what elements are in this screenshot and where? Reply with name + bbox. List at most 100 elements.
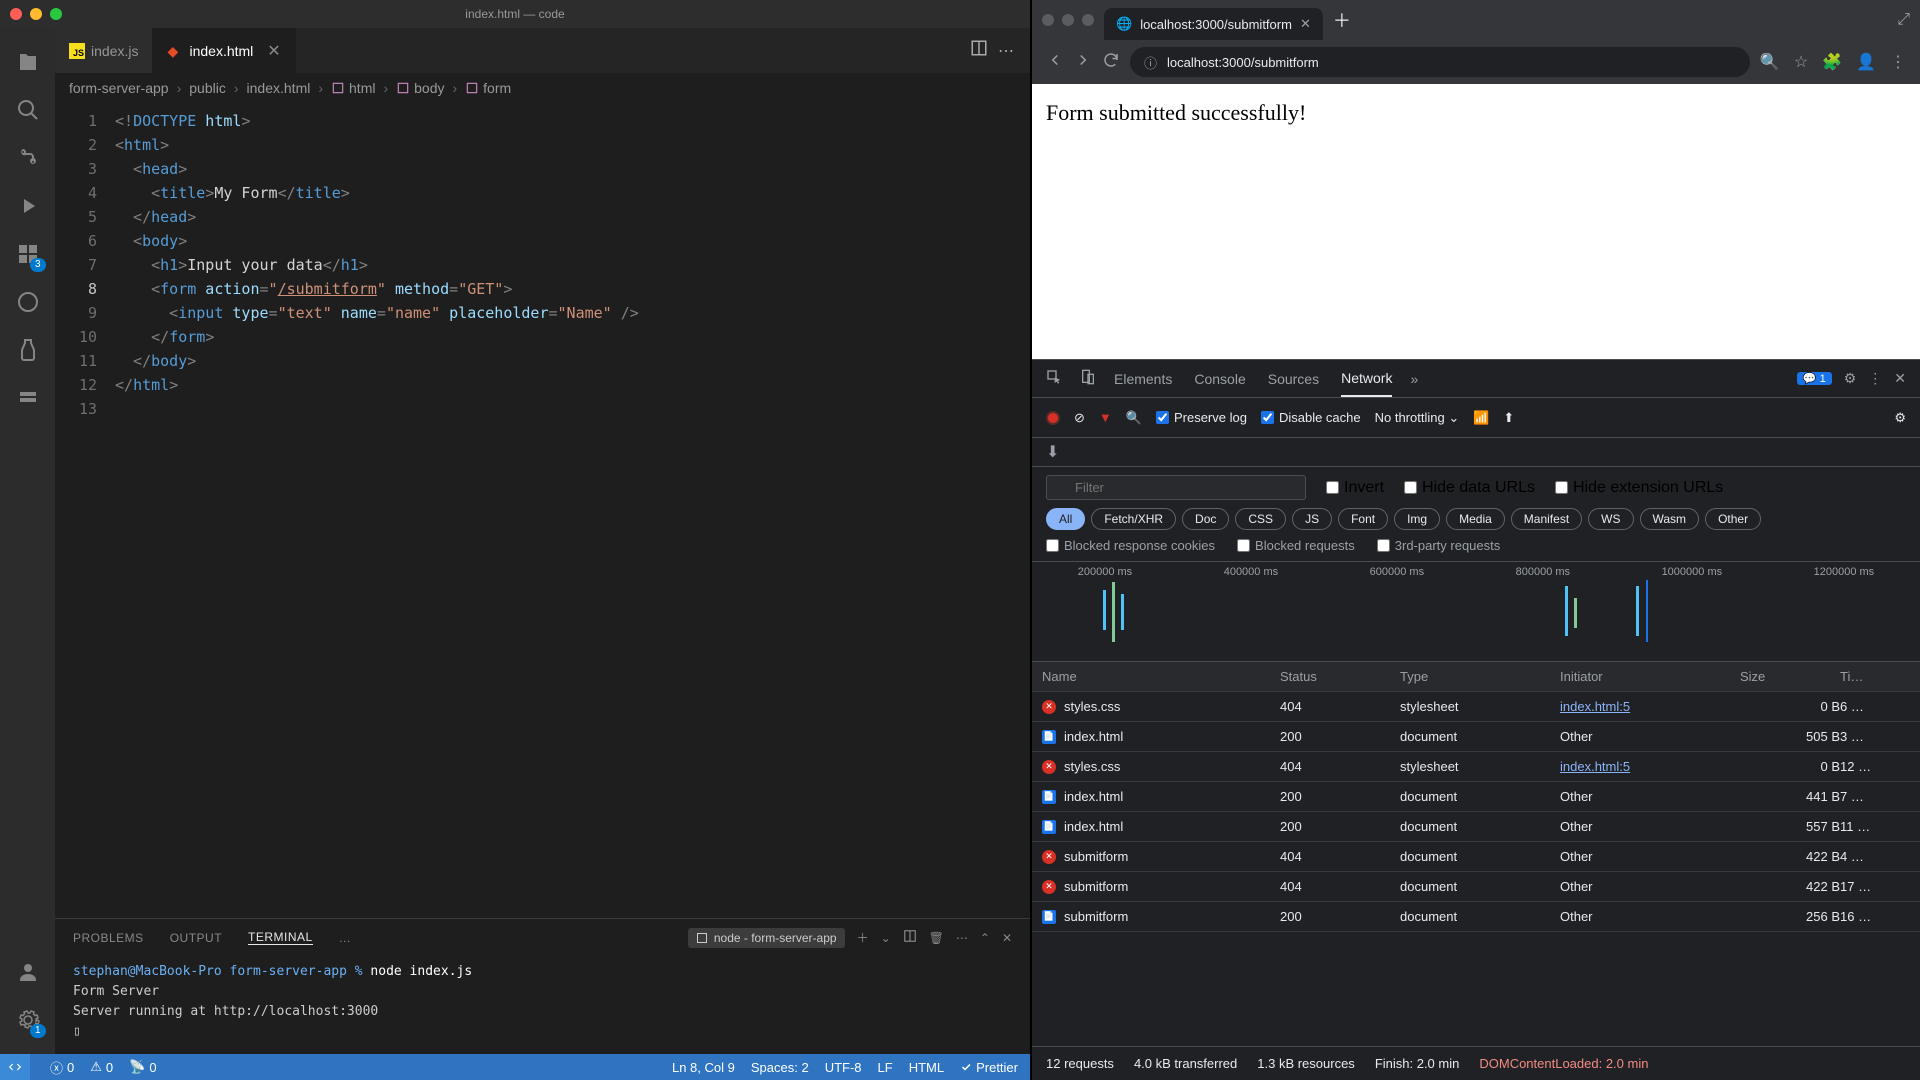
filter-input[interactable] (1046, 475, 1306, 500)
filter-pill-fetch/xhr[interactable]: Fetch/XHR (1091, 508, 1176, 530)
window-controls[interactable] (10, 8, 62, 20)
download-icon[interactable]: ⬇ (1046, 444, 1059, 461)
remote-icon[interactable] (4, 278, 52, 326)
extensions-icon[interactable]: 3 (4, 230, 52, 278)
close-tab-icon[interactable]: ✕ (267, 41, 280, 61)
forward-button[interactable] (1074, 51, 1092, 74)
filter-pill-wasm[interactable]: Wasm (1640, 508, 1700, 530)
indent-setting[interactable]: Spaces: 2 (751, 1060, 809, 1075)
inspect-element-icon[interactable] (1046, 369, 1062, 388)
run-debug-icon[interactable] (4, 182, 52, 230)
filter-pill-css[interactable]: CSS (1235, 508, 1286, 530)
db-icon[interactable] (4, 374, 52, 422)
panel-tab-…[interactable]: … (339, 931, 352, 945)
editor-tab-index.html[interactable]: ◆index.html✕ (153, 28, 295, 73)
import-har-icon[interactable]: ⬆ (1503, 410, 1514, 426)
filter-pill-other[interactable]: Other (1705, 508, 1761, 530)
third-party-checkbox[interactable]: 3rd-party requests (1377, 538, 1501, 553)
terminal-output[interactable]: stephan@MacBook-Pro form-server-app % no… (55, 956, 1030, 1054)
initiator-link[interactable]: index.html:5 (1560, 699, 1630, 714)
devtools-menu-icon[interactable]: ⋮ (1868, 370, 1882, 387)
reload-button[interactable] (1102, 51, 1120, 74)
encoding[interactable]: UTF-8 (825, 1060, 862, 1075)
more-actions-icon[interactable]: ⋯ (998, 41, 1014, 61)
device-toggle-icon[interactable] (1080, 369, 1096, 388)
panel-more-icon[interactable]: ⋯ (956, 931, 968, 945)
status-ports[interactable]: 📡 0 (129, 1059, 156, 1075)
menu-dots-icon[interactable]: ⋮ (1890, 52, 1906, 72)
search-network-icon[interactable]: 🔍 (1126, 410, 1142, 426)
hide-extension-urls-checkbox[interactable]: Hide extension URLs (1555, 479, 1723, 497)
preserve-log-checkbox[interactable]: Preserve log (1156, 410, 1247, 425)
explorer-icon[interactable] (4, 38, 52, 86)
breadcrumb-item[interactable]: body (396, 80, 444, 96)
network-row[interactable]: ✕styles.css 404stylesheet index.html:5 0… (1032, 752, 1920, 782)
address-bar[interactable]: ⓘ localhost:3000/submitform (1130, 47, 1750, 77)
panel-tab-output[interactable]: OUTPUT (170, 931, 222, 945)
split-editor-icon[interactable] (970, 39, 988, 62)
throttling-select[interactable]: No throttling ⌄ (1375, 410, 1460, 426)
filter-pill-img[interactable]: Img (1394, 508, 1440, 530)
more-tabs-icon[interactable]: » (1410, 371, 1418, 387)
settings-gear-icon[interactable]: 1 (4, 996, 52, 1044)
breadcrumbs[interactable]: form-server-app›public›index.html›html›b… (55, 73, 1030, 103)
language-mode[interactable]: HTML (909, 1060, 944, 1075)
breadcrumb-item[interactable]: html (331, 80, 375, 96)
browser-tab[interactable]: 🌐 localhost:3000/submitform ✕ (1104, 8, 1323, 40)
account-icon[interactable] (4, 948, 52, 996)
network-row[interactable]: ✕submitform 404document Other 422 B4 … (1032, 842, 1920, 872)
network-row[interactable]: ✕styles.css 404stylesheet index.html:5 0… (1032, 692, 1920, 722)
filter-pill-all[interactable]: All (1046, 508, 1085, 530)
filter-pill-doc[interactable]: Doc (1182, 508, 1229, 530)
cursor-position[interactable]: Ln 8, Col 9 (672, 1060, 735, 1075)
network-row[interactable]: ✕submitform 404document Other 422 B17 … (1032, 872, 1920, 902)
editor-tab-index.js[interactable]: JSindex.js (55, 28, 153, 73)
filter-pill-ws[interactable]: WS (1588, 508, 1633, 530)
site-info-icon[interactable]: ⓘ (1144, 53, 1157, 72)
extensions-puzzle-icon[interactable]: 🧩 (1822, 52, 1842, 72)
zoom-icon[interactable]: 🔍 (1760, 52, 1780, 72)
initiator-link[interactable]: index.html:5 (1560, 759, 1630, 774)
devtools-tab-console[interactable]: Console (1194, 371, 1245, 387)
expand-window-icon[interactable]: ⤢ (1897, 11, 1910, 29)
clear-log-icon[interactable]: ⊘ (1074, 410, 1085, 426)
network-row[interactable]: 📄index.html 200document Other 505 B3 … (1032, 722, 1920, 752)
breadcrumb-item[interactable]: index.html (247, 80, 311, 96)
breadcrumb-item[interactable]: form-server-app (69, 80, 169, 96)
close-window-icon[interactable] (10, 8, 22, 20)
blocked-response-checkbox[interactable]: Blocked response cookies (1046, 538, 1215, 553)
prettier-status[interactable]: Prettier (960, 1060, 1018, 1075)
close-tab-icon[interactable]: ✕ (1300, 16, 1311, 32)
devtools-tab-sources[interactable]: Sources (1268, 371, 1319, 387)
status-errors[interactable]: ⓧ 0 (50, 1058, 74, 1077)
split-terminal-icon[interactable] (903, 929, 917, 946)
table-header[interactable]: NameStatusTypeInitiatorSizeTi… (1032, 662, 1920, 692)
overview-waterfall[interactable]: 200000 ms400000 ms600000 ms800000 ms1000… (1032, 562, 1920, 662)
panel-tab-terminal[interactable]: TERMINAL (248, 930, 313, 945)
new-terminal-icon[interactable]: ＋ (857, 929, 869, 946)
eol[interactable]: LF (878, 1060, 893, 1075)
code-editor[interactable]: 12345678910111213 <!DOCTYPE html><html> … (55, 103, 1030, 918)
search-icon[interactable] (4, 86, 52, 134)
network-conditions-icon[interactable]: 📶 (1473, 410, 1489, 426)
bookmark-star-icon[interactable]: ☆ (1794, 52, 1808, 72)
breadcrumb-item[interactable]: public (189, 80, 226, 96)
remote-indicator[interactable] (0, 1054, 30, 1080)
network-row[interactable]: 📄submitform 200document Other 256 B16 … (1032, 902, 1920, 932)
filter-pill-media[interactable]: Media (1446, 508, 1505, 530)
filter-pill-font[interactable]: Font (1338, 508, 1388, 530)
devtools-settings-icon[interactable]: ⚙ (1844, 370, 1857, 387)
back-button[interactable] (1046, 51, 1064, 74)
export-har-icon[interactable]: ⚙ (1894, 410, 1906, 426)
filter-pill-manifest[interactable]: Manifest (1511, 508, 1582, 530)
kill-terminal-icon[interactable]: 🗑 (929, 931, 944, 945)
terminal-dropdown-icon[interactable]: ⌄ (881, 931, 891, 945)
devtools-close-icon[interactable]: ✕ (1894, 370, 1906, 387)
filter-pill-js[interactable]: JS (1292, 508, 1332, 530)
source-control-icon[interactable] (4, 134, 52, 182)
browser-window-controls[interactable] (1042, 14, 1094, 26)
maximize-window-icon[interactable] (50, 8, 62, 20)
terminal-selector[interactable]: node - form-server-app (688, 928, 845, 948)
disable-cache-checkbox[interactable]: Disable cache (1261, 410, 1361, 425)
breadcrumb-item[interactable]: form (465, 80, 511, 96)
